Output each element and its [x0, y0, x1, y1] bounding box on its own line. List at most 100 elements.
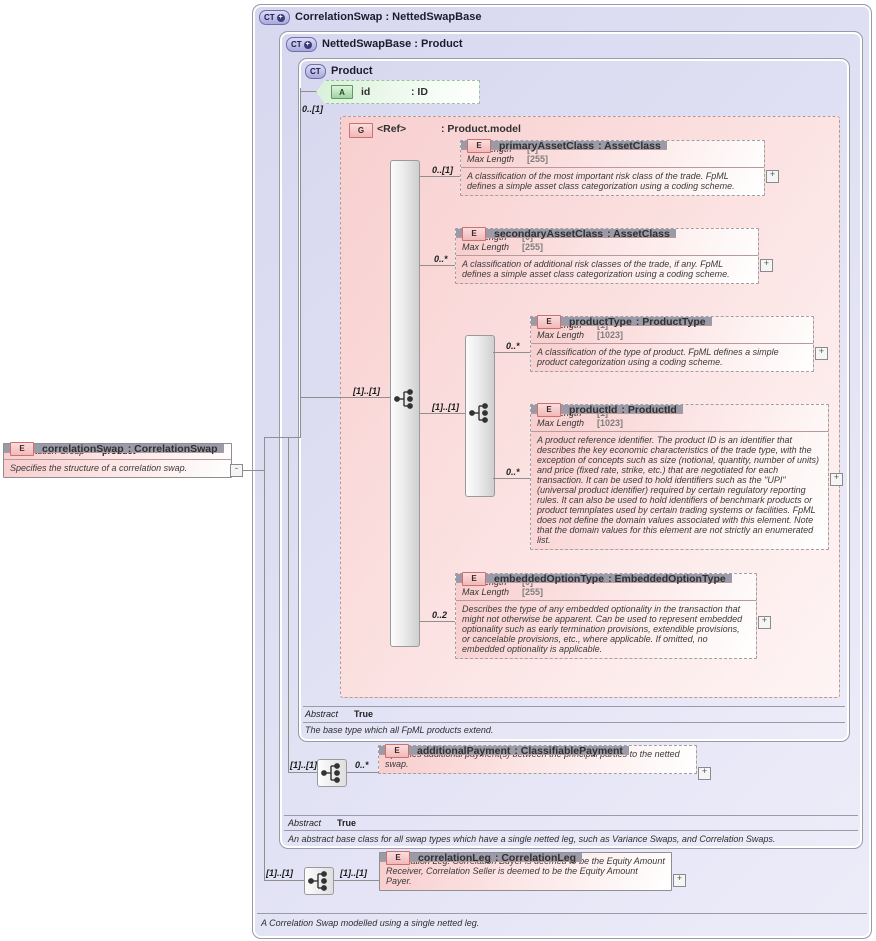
ref-group-type: : Product.model: [441, 123, 521, 135]
element-type: : ProductId: [621, 404, 676, 416]
element-header: E productId : ProductId: [531, 405, 683, 414]
cardinality-label: 0..*: [434, 254, 448, 264]
divider: [303, 722, 845, 723]
element-badge: E: [537, 315, 561, 329]
connector-line: [420, 413, 465, 414]
element-correlationswap-box[interactable]: E correlationSwap : CorrelationSwap Subs…: [3, 443, 232, 478]
element-name: correlationLeg: [418, 852, 491, 864]
collapse-button[interactable]: -: [230, 464, 243, 477]
correlationswap-description: A Correlation Swap modelled using a sing…: [261, 918, 479, 928]
attribute-id-box[interactable]: A id : ID: [316, 80, 480, 104]
divider: [284, 830, 858, 831]
sequence-icon: [317, 759, 347, 787]
element-primaryassetclass-box[interactable]: E primaryAssetClass : AssetClass Min Len…: [460, 140, 765, 196]
correlationswap-title: CorrelationSwap : NettedSwapBase: [295, 11, 481, 23]
expand-button[interactable]: +: [758, 616, 771, 629]
max-length-value: [255]: [522, 587, 543, 597]
element-badge: E: [385, 744, 409, 758]
expand-button[interactable]: +: [673, 874, 686, 887]
cardinality-label: 0..*: [506, 341, 520, 351]
connector-line: [420, 265, 455, 266]
element-type: : AssetClass: [607, 228, 670, 240]
nettedswapbase-description: An abstract base class for all swap type…: [288, 834, 775, 844]
element-header: E embeddedOptionType : EmbeddedOptionTyp…: [456, 574, 732, 583]
connector-line: [288, 437, 289, 772]
ct-badge: CT: [305, 64, 326, 79]
element-type: : CorrelationLeg: [495, 852, 576, 864]
element-additionalpayment-box[interactable]: E additionalPayment : ClassifiablePaymen…: [378, 745, 697, 774]
abstract-label: Abstract: [288, 818, 321, 828]
max-length-value: [255]: [527, 154, 548, 164]
expand-button[interactable]: +: [766, 170, 779, 183]
element-correlationleg-box[interactable]: E correlationLeg : CorrelationLeg Correl…: [379, 852, 672, 891]
element-name: productId: [569, 404, 617, 416]
max-length-label: Max Length: [467, 154, 527, 164]
expand-button[interactable]: +: [830, 473, 843, 486]
connector-line: [300, 397, 390, 398]
cardinality-label: [1]..[1]: [340, 868, 367, 878]
element-type: : CorrelationSwap: [128, 443, 218, 455]
cardinality-label: [1]..[1]: [432, 402, 459, 412]
max-length-label: Max Length: [537, 330, 597, 340]
divider: [284, 815, 858, 816]
product-title: Product: [331, 65, 373, 77]
element-productid-box[interactable]: E productId : ProductId Min Length[1] Ma…: [530, 404, 829, 550]
element-embeddedoptiontype-box[interactable]: E embeddedOptionType : EmbeddedOptionTyp…: [455, 573, 757, 659]
element-description: A classification of the most important r…: [461, 168, 764, 195]
element-description: Specifies the structure of a correlation…: [4, 460, 231, 477]
attribute-badge: A: [331, 85, 353, 99]
connector-line: [420, 176, 460, 177]
element-header: E productType : ProductType: [531, 317, 712, 326]
element-name: secondaryAssetClass: [494, 228, 603, 240]
element-name: productType: [569, 316, 632, 328]
product-description: The base type which all FpML products ex…: [305, 725, 493, 735]
divider: [257, 913, 867, 914]
expand-button[interactable]: +: [815, 347, 828, 360]
element-badge: E: [462, 227, 486, 241]
connector-line: [288, 772, 317, 773]
element-name: correlationSwap: [42, 443, 124, 455]
max-length-value: [1023]: [597, 330, 623, 340]
element-type: : ProductType: [636, 316, 706, 328]
element-type: : AssetClass: [598, 140, 661, 152]
connector-line: [264, 880, 304, 881]
element-description: A product reference identifier. The prod…: [531, 432, 828, 549]
plus-circle-icon: +: [277, 14, 285, 22]
element-type: : ClassifiablePayment: [514, 745, 623, 757]
ct-plus-badge: CT+: [259, 10, 290, 25]
connector-line: [300, 88, 301, 437]
ct-badge-label: CT: [264, 13, 275, 22]
element-badge: E: [462, 572, 486, 586]
group-badge: G: [349, 123, 373, 138]
cardinality-label: [1]..[1]: [266, 868, 293, 878]
element-badge: E: [467, 139, 491, 153]
cardinality-label: 0..*: [506, 467, 520, 477]
element-type: : EmbeddedOptionType: [608, 573, 726, 585]
cardinality-label: 0..2: [432, 610, 447, 620]
element-producttype-box[interactable]: E productType : ProductType Min Length[1…: [530, 316, 814, 372]
max-length-value: [1023]: [597, 418, 623, 428]
element-badge: E: [10, 442, 34, 456]
connector-line: [420, 621, 455, 622]
schema-diagram: CT+ CorrelationSwap : NettedSwapBase A C…: [0, 0, 876, 941]
connector-line: [300, 91, 316, 92]
max-length-label: Max Length: [462, 242, 522, 252]
connector-line: [242, 470, 264, 471]
element-secondaryassetclass-box[interactable]: E secondaryAssetClass : AssetClass Min L…: [455, 228, 759, 284]
plus-circle-icon: +: [304, 41, 312, 49]
element-description: A classification of the type of product.…: [531, 344, 813, 371]
element-name: additionalPayment: [417, 745, 510, 757]
element-description: A classification of additional risk clas…: [456, 256, 758, 283]
connector-line: [493, 352, 530, 353]
sequence-icon: [391, 386, 419, 412]
max-length-label: Max Length: [537, 418, 597, 428]
element-badge: E: [386, 851, 410, 865]
expand-button[interactable]: +: [760, 259, 773, 272]
element-header: E correlationSwap : CorrelationSwap: [4, 444, 224, 453]
connector-line: [345, 772, 378, 773]
attribute-type: : ID: [411, 86, 428, 98]
abstract-value: True: [337, 818, 356, 828]
expand-button[interactable]: +: [698, 767, 711, 780]
connector-line: [264, 437, 301, 438]
abstract-label: Abstract: [305, 709, 338, 719]
